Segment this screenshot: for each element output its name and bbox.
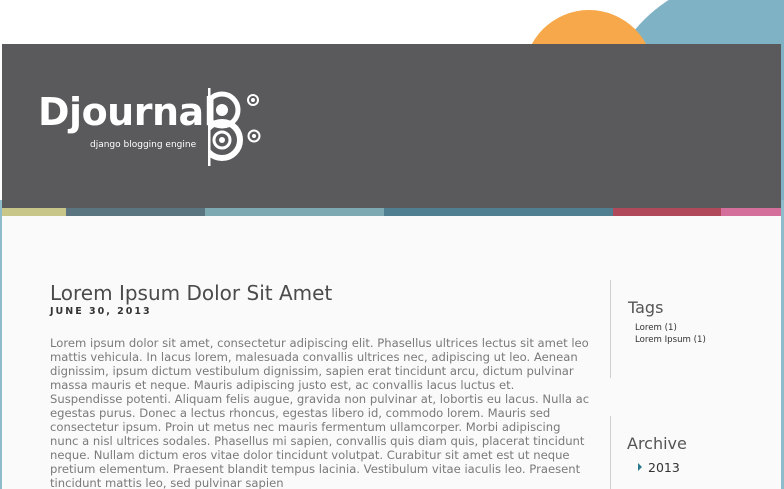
- archive-widget-title: Archive: [627, 434, 687, 453]
- site-header: Djournal django blogging engine: [2, 44, 781, 208]
- site-logo-link[interactable]: Djournal django blogging engine: [38, 90, 217, 150]
- post-body: Lorem ipsum dolor sit amet, consectetur …: [50, 336, 590, 489]
- sidebar-divider: [610, 280, 611, 378]
- tag-list: Lorem (1) Lorem Ipsum (1): [635, 322, 706, 346]
- logo-tagline: django blogging engine: [90, 140, 197, 150]
- archive-year-label: 2013: [648, 460, 680, 475]
- strip-segment: [613, 208, 721, 216]
- caret-right-icon: [638, 463, 642, 471]
- sidebar-divider: [610, 416, 611, 489]
- strip-segment: [721, 208, 781, 216]
- strip-segment: [66, 208, 205, 216]
- post-title-link[interactable]: Lorem Ipsum Dolor Sit Amet: [50, 281, 332, 305]
- tag-link[interactable]: Lorem Ipsum (1): [635, 334, 706, 346]
- tag-link[interactable]: Lorem (1): [635, 322, 706, 334]
- color-strip: [2, 208, 781, 216]
- archive-year-link[interactable]: 2013: [638, 460, 680, 475]
- strip-segment: [205, 208, 384, 216]
- logo-circles-icon: [208, 88, 261, 166]
- page: Djournal django blogging engine Lorem Ip…: [0, 0, 784, 489]
- strip-segment: [2, 208, 66, 216]
- strip-segment: [384, 208, 613, 216]
- post-date: JUNE 30, 2013: [50, 306, 152, 317]
- tags-widget-title: Tags: [628, 298, 664, 317]
- logo-wordmark: Djournal: [38, 90, 217, 134]
- main-content: Lorem Ipsum Dolor Sit Amet JUNE 30, 2013…: [2, 216, 781, 489]
